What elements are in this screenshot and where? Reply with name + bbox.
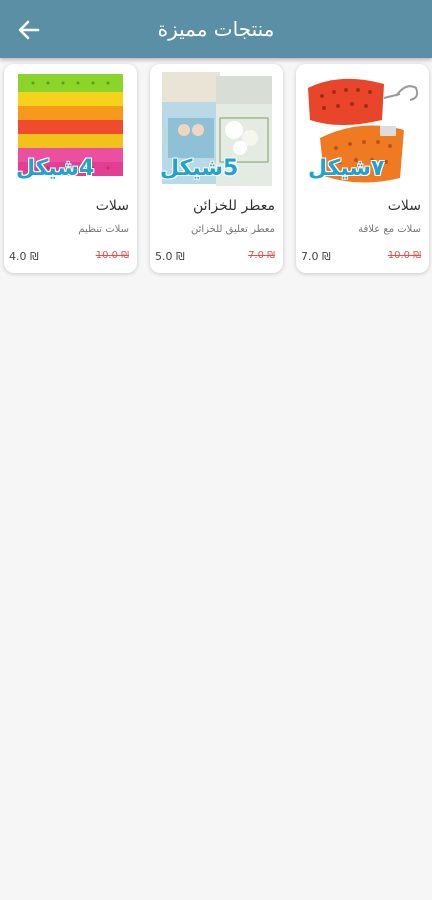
product-description: سلات تنظيم: [78, 224, 129, 235]
page-title: منتجات مميزة: [157, 17, 275, 41]
product-grid: 4شيكل سلات سلات تنظيم 4.0 ₪ 10.0 ₪ 5شيكل…: [4, 64, 430, 276]
product-name: معطر للخزائن: [192, 198, 275, 214]
product-description: سلات مع علاقة: [358, 224, 421, 235]
product-description: معطر تعليق للخزائن: [190, 224, 275, 235]
product-name: سلات: [95, 198, 129, 214]
product-old-price: 7.0 ₪: [248, 250, 275, 261]
product-old-price: 10.0 ₪: [95, 250, 129, 261]
product-price: 4.0 ₪: [9, 250, 39, 263]
promo-label: ٧شيكل: [308, 156, 385, 181]
product-old-price: 10.0 ₪: [387, 250, 421, 261]
product-card-hanging-baskets[interactable]: ٧شيكل سلات سلات مع علاقة 7.0 ₪ 10.0 ₪: [296, 64, 429, 273]
product-card-freshener[interactable]: 5شيكل معطر للخزائن معطر تعليق للخزائن 5.…: [150, 64, 283, 273]
product-name: سلات: [387, 198, 421, 214]
promo-label: 5شيكل: [160, 156, 239, 181]
promo-label: 4شيكل: [16, 156, 95, 181]
app-bar: منتجات مميزة: [0, 0, 432, 58]
product-price: 7.0 ₪: [301, 250, 331, 263]
product-card-baskets[interactable]: 4شيكل سلات سلات تنظيم 4.0 ₪ 10.0 ₪: [4, 64, 137, 273]
product-price: 5.0 ₪: [155, 250, 185, 263]
